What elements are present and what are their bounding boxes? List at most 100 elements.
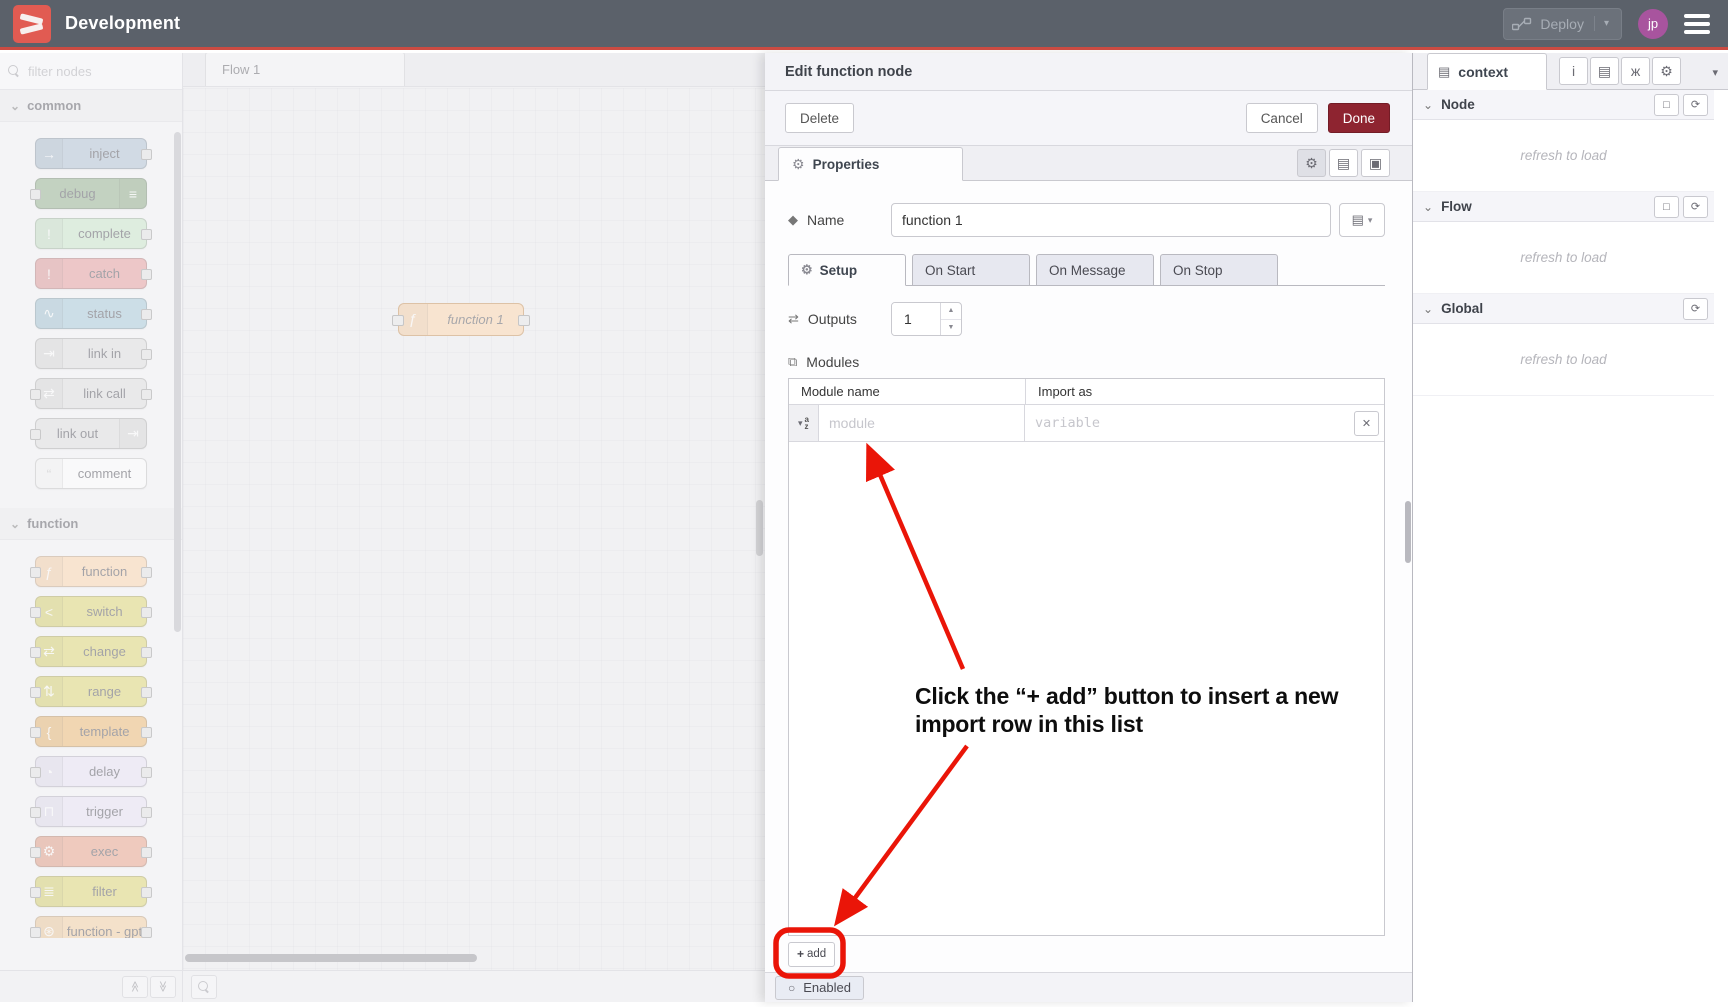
- tool-icon: ⚙: [1660, 63, 1673, 80]
- node-type-icon: ⇄: [36, 637, 63, 666]
- tab-properties[interactable]: ⚙ Properties: [778, 147, 963, 181]
- canvas-horizontal-scrollbar[interactable]: [185, 954, 477, 962]
- node-type-icon: ⊛: [36, 917, 63, 938]
- canvas-grid[interactable]: [183, 88, 765, 970]
- name-label: ◆ Name: [788, 212, 891, 228]
- palette-node-link-call[interactable]: ⇄ link call: [35, 378, 147, 409]
- refresh-button[interactable]: ⟳: [1683, 298, 1708, 320]
- tab-setup[interactable]: ⚙ Setup: [788, 254, 906, 286]
- main-menu-icon[interactable]: [1684, 14, 1710, 34]
- filter-nodes-input[interactable]: [26, 63, 146, 80]
- palette-section-function[interactable]: ⌄ function: [0, 508, 182, 540]
- palette-node-filter[interactable]: ≣ filter: [35, 876, 147, 907]
- sidebar-menu-caret-icon[interactable]: ▾: [1712, 66, 1718, 79]
- flow-canvas[interactable]: Flow 1 ƒ function 1: [183, 53, 765, 970]
- node-label: range: [63, 677, 146, 706]
- module-name-input[interactable]: [819, 405, 1024, 441]
- node-label: trigger: [63, 797, 146, 826]
- node-label: status: [63, 299, 146, 328]
- tab-context[interactable]: ▤ context: [1427, 53, 1547, 90]
- palette-node-complete[interactable]: ! complete: [35, 218, 147, 249]
- refresh-button[interactable]: ⟳: [1683, 196, 1708, 218]
- add-module-button[interactable]: + add: [788, 942, 835, 967]
- palette-node-link-in[interactable]: ⇥ link in: [35, 338, 147, 369]
- description-button[interactable]: ▤: [1329, 149, 1358, 177]
- import-as-input[interactable]: [1025, 415, 1354, 431]
- edit-properties-button[interactable]: ⚙: [1297, 149, 1326, 177]
- done-button[interactable]: Done: [1328, 103, 1390, 133]
- context-section-label: Flow: [1441, 199, 1472, 214]
- context-section-label: Global: [1441, 301, 1483, 316]
- node-label: link in: [63, 339, 146, 368]
- user-avatar[interactable]: jp: [1638, 9, 1668, 39]
- palette-node-trigger[interactable]: ⊓ trigger: [35, 796, 147, 827]
- context-section-label: Node: [1441, 97, 1475, 112]
- palette-node-delay[interactable]: ◔ delay: [35, 756, 147, 787]
- gear-icon: ⚙: [801, 262, 813, 278]
- node-label: inject: [63, 139, 146, 168]
- refresh-button[interactable]: ⟳: [1683, 94, 1708, 116]
- enabled-toggle[interactable]: ○ Enabled: [775, 976, 864, 1000]
- cancel-button[interactable]: Cancel: [1246, 103, 1318, 133]
- chevron-down-icon[interactable]: ⌄: [1423, 305, 1433, 313]
- canvas-node-function-1[interactable]: ƒ function 1: [398, 303, 524, 336]
- tab-on-stop[interactable]: On Stop: [1160, 254, 1278, 286]
- spinner-up-button[interactable]: ▲: [941, 303, 961, 320]
- palette-node-status[interactable]: ∿ status: [35, 298, 147, 329]
- palette-node-function[interactable]: ƒ function: [35, 556, 147, 587]
- label-style-button[interactable]: ▤▾: [1339, 203, 1385, 237]
- tab-on-start[interactable]: On Start: [912, 254, 1030, 286]
- palette-node-catch[interactable]: ! catch: [35, 258, 147, 289]
- outputs-label: ⇄ Outputs: [788, 311, 891, 327]
- chevron-down-icon[interactable]: ⌄: [1423, 203, 1433, 211]
- expand-all-button[interactable]: ≫: [150, 976, 176, 998]
- palette-node-switch[interactable]: < switch: [35, 596, 147, 627]
- sidebar-tool-config-nodes[interactable]: ⚙: [1652, 57, 1681, 85]
- function-icon: ƒ: [399, 304, 428, 335]
- node-label: change: [63, 637, 146, 666]
- row-drag-handle[interactable]: ▾ az: [789, 405, 819, 441]
- palette-node-debug[interactable]: ≡ debug: [35, 178, 147, 209]
- palette-node-function-gpt[interactable]: ⊛ function - gpt: [35, 916, 147, 938]
- deploy-caret-icon[interactable]: ▾: [1594, 16, 1613, 31]
- spinner-down-button[interactable]: ▼: [941, 320, 961, 336]
- tab-on-message[interactable]: On Message: [1036, 254, 1154, 286]
- sidebar-tool-info[interactable]: i: [1559, 57, 1588, 85]
- palette-node-link-out[interactable]: ⇥ link out: [35, 418, 147, 449]
- palette-node-inject[interactable]: → inject: [35, 138, 147, 169]
- context-section-node: ⌄ Node □ ⟳ refresh to load: [1413, 90, 1714, 192]
- deploy-label: Deploy: [1540, 16, 1584, 32]
- chevron-down-icon: ⌄: [10, 520, 20, 528]
- palette-section-common[interactable]: ⌄ common: [0, 90, 182, 122]
- palette-node-change[interactable]: ⇄ change: [35, 636, 147, 667]
- palette-node-comment[interactable]: “ comment: [35, 458, 147, 489]
- palette-node-exec[interactable]: ⚙ exec: [35, 836, 147, 867]
- palette-node-template[interactable]: { template: [35, 716, 147, 747]
- app-logo-icon: [13, 5, 51, 43]
- palette-section-label: common: [27, 98, 81, 113]
- outputs-input[interactable]: [892, 303, 940, 335]
- tool-icon: ▤: [1598, 63, 1611, 80]
- remove-row-button[interactable]: ✕: [1354, 411, 1379, 436]
- appearance-button[interactable]: ▣: [1361, 149, 1390, 177]
- open-in-window-button[interactable]: □: [1654, 196, 1679, 218]
- node-label: exec: [63, 837, 146, 866]
- close-icon: ✕: [1362, 417, 1371, 430]
- flow-tab[interactable]: Flow 1: [205, 53, 405, 86]
- delete-button[interactable]: Delete: [785, 103, 854, 133]
- sidebar-tool-help-docs[interactable]: ▤: [1590, 57, 1619, 85]
- palette-node-range[interactable]: ⇅ range: [35, 676, 147, 707]
- deploy-button[interactable]: Deploy ▾: [1503, 8, 1622, 40]
- palette-scrollbar[interactable]: [174, 132, 181, 632]
- collapse-all-button[interactable]: ≫: [122, 976, 148, 998]
- tray-scrollbar[interactable]: [1405, 501, 1411, 563]
- sidebar-tool-debug-messages[interactable]: ж: [1621, 57, 1650, 85]
- header-right: Deploy ▾ jp: [1503, 8, 1728, 40]
- open-in-window-button[interactable]: □: [1654, 94, 1679, 116]
- outputs-spinner: ▲ ▼: [891, 302, 962, 336]
- node-type-icon: ⇥: [36, 339, 63, 368]
- canvas-zoom-button[interactable]: [191, 975, 217, 999]
- chevron-down-icon[interactable]: ⌄: [1423, 101, 1433, 109]
- canvas-vertical-scrollbar[interactable]: [756, 500, 763, 556]
- name-input[interactable]: [891, 203, 1331, 237]
